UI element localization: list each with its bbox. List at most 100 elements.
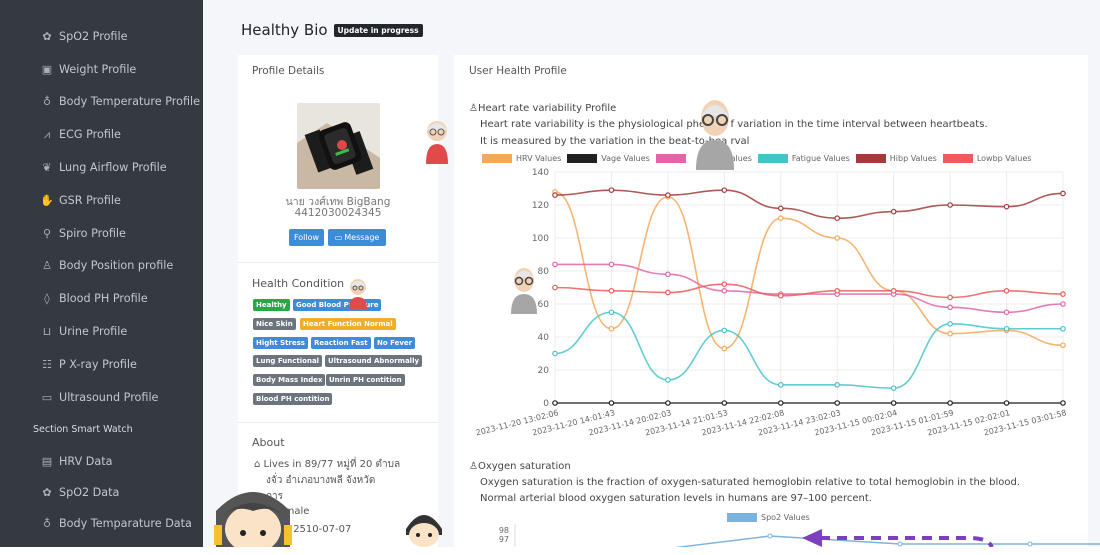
sidebar-item-label: P X-ray Profile <box>59 357 137 371</box>
toilet-icon: ⊔ <box>42 325 52 339</box>
legend-item[interactable]: Hibp Values <box>855 154 937 163</box>
heartbeat-icon: ⩘ <box>43 127 51 141</box>
spirometer-icon: ⚲ <box>42 226 52 240</box>
sidebar-item-ecg-profile[interactable]: ⩘ ECG Profile <box>0 118 203 151</box>
legend-item[interactable]: Lowbp Values <box>942 154 1032 163</box>
legend-label: Lowbp Values <box>976 154 1032 163</box>
legend-item[interactable] <box>655 154 690 163</box>
sidebar-item-spo2-data[interactable]: ✿ SpO2 Data <box>0 477 203 508</box>
sidebar-item-label: Weight Profile <box>59 62 137 76</box>
sidebar-item-spiro-profile[interactable]: ⚲ Spiro Profile <box>0 217 203 250</box>
sidebar-item-blood-ph-profile[interactable]: ◊ Blood PH Profile <box>0 282 203 315</box>
legend-label: HRV Values <box>516 154 562 163</box>
sidebar-item-ultrasound-profile[interactable]: ▭ Ultrasound Profile <box>0 381 203 414</box>
hrv-title-text: Heart rate variability Profile <box>477 103 617 114</box>
chart-icon: ▤ <box>41 454 53 468</box>
lungs-icon: ✿ <box>42 29 52 43</box>
legend-label: Spo2 Values <box>761 513 810 522</box>
oxygen-description: Oxygen saturation is the fraction of oxy… <box>480 477 1020 488</box>
sidebar-item-body-temparature-data[interactable]: ♁ Body Temparature Data <box>0 508 203 539</box>
sidebar-item-label: Urine Profile <box>59 325 128 339</box>
user-icon: ♙ <box>469 461 478 472</box>
divider <box>238 422 438 423</box>
sidebar-item-label: SpO2 Data <box>59 485 120 499</box>
boy-avatar <box>406 515 442 547</box>
monitor-icon: ▭ <box>41 390 53 404</box>
sidebar-item-label: ECG Profile <box>59 128 121 142</box>
lungs-icon: ✿ <box>42 485 52 499</box>
sidebar-item-spo2-profile[interactable]: ✿ SpO2 Profile <box>0 20 203 53</box>
smartwatch-image <box>297 103 380 189</box>
home-icon: ⌂ <box>254 459 261 470</box>
legend-swatch <box>942 154 973 163</box>
oxygen-description-2: Normal arterial blood oxygen saturation … <box>480 493 872 504</box>
sidebar-item-label: HRV Data <box>59 454 113 468</box>
legend-item[interactable]: HRV Values <box>482 154 561 163</box>
message-label: Message <box>344 233 380 242</box>
sidebar-item-weight-profile[interactable]: ▣ Weight Profile <box>0 53 203 86</box>
sidebar-item-label: Body Position profile <box>59 259 174 273</box>
hrv-section-title: ♙Heart rate variability Profile <box>469 103 616 114</box>
sidebar-item-label: SpO2 Profile <box>59 29 128 43</box>
sidebar-item-lung-airflow-profile[interactable]: ❦ Lung Airflow Profile <box>0 151 203 184</box>
girl-avatar <box>214 492 292 547</box>
user-icon: ♙ <box>469 103 478 114</box>
message-button[interactable]: ▭ Message <box>328 229 386 246</box>
legend-label: Fatigue Values <box>791 154 850 163</box>
sidebar-item-p-xray-profile[interactable]: ☷ P X-ray Profile <box>0 348 203 381</box>
sidebar-item-label: Body Temperature Profile <box>59 95 201 109</box>
sidebar-item-body-temperature-profile[interactable]: ♁ Body Temperature Profile <box>0 86 203 119</box>
profile-photo <box>297 103 380 189</box>
tag-nice-skin: Nice Skin <box>253 318 296 330</box>
xray-icon: ☷ <box>42 357 52 371</box>
tag-hight-stress: Hight Stress <box>253 337 308 349</box>
tag-healthy: Healthy <box>253 299 290 311</box>
sidebar-item-body-position-profile[interactable]: ♙ Body Position profile <box>0 250 203 283</box>
sidebar-item-gsr-profile[interactable]: ✋ GSR Profile <box>0 184 203 217</box>
user-id: 4412030024345 <box>294 207 382 219</box>
legend-swatch <box>727 513 757 522</box>
sidebar-item-urine-profile[interactable]: ⊔ Urine Profile <box>0 315 203 348</box>
tag-no-fever: No Fever <box>374 337 416 349</box>
sidebar-menu: ✿ SpO2 Profile ▣ Weight Profile ♁ Body Temp… <box>0 20 203 539</box>
lungs-icon: ❦ <box>42 161 52 175</box>
sidebar-item-label: Lung Airflow Profile <box>59 161 167 175</box>
tag-blood-ph-condition: Blood PH contition <box>253 393 333 405</box>
legend-swatch <box>855 154 886 163</box>
tag-ultrasound-abnormally: Ultrasound Abnormally <box>325 355 423 367</box>
sidebar-item-label: GSR Profile <box>59 193 121 207</box>
body-icon: ♙ <box>42 259 52 273</box>
health-profile-title: User Health Profile <box>469 65 567 77</box>
sidebar-item-label: Spiro Profile <box>59 226 126 240</box>
divider <box>238 262 438 263</box>
chart-legend: HRV Values Vage Values Values Fatigue Va… <box>482 154 1037 163</box>
legend-swatch <box>482 154 512 163</box>
legend-swatch <box>655 154 686 163</box>
about-address-text: Lives in 89/77 หมู่ที่ 20 ตำบล <box>263 459 401 470</box>
message-icon: ▭ <box>334 233 343 242</box>
tag-lung-functional: Lung Functional <box>253 355 323 367</box>
spo2-legend[interactable]: Spo2 Values <box>727 513 810 522</box>
legend-label: Vage Values <box>601 154 650 163</box>
legend-item[interactable]: Fatigue Values <box>757 154 850 163</box>
elderly-man-avatar <box>696 100 734 170</box>
legend-item[interactable]: Vage Values <box>567 154 650 163</box>
arrow-annotation-icon <box>802 529 994 547</box>
thermometer-icon: ♁ <box>42 516 52 530</box>
sidebar-section-header: Section Smart Watch <box>33 424 133 436</box>
hand-icon: ✋ <box>40 193 54 207</box>
about-title: About <box>252 436 285 449</box>
legend-swatch <box>567 154 598 163</box>
sidebar-item-hrv-data[interactable]: ▤ HRV Data <box>0 446 203 477</box>
sidebar-item-label: Blood PH Profile <box>59 292 148 306</box>
tag-reaction-fast: Reaction Fast <box>311 337 371 349</box>
elderly-woman-avatar <box>426 121 448 164</box>
status-badge: Update in progress <box>333 23 423 37</box>
tag-urine-ph-condition: Unrin PH contition <box>326 374 405 386</box>
profile-card-title: Profile Details <box>252 65 325 77</box>
follow-button[interactable]: Follow <box>289 229 324 246</box>
sidebar-item-label: Ultrasound Profile <box>59 390 159 404</box>
page-title: Healthy Bio <box>241 21 328 39</box>
tag-body-mass-index: Body Mass Index <box>253 374 326 386</box>
about-address: ⌂ Lives in 89/77 หมู่ที่ 20 ตำบล <box>254 457 400 472</box>
